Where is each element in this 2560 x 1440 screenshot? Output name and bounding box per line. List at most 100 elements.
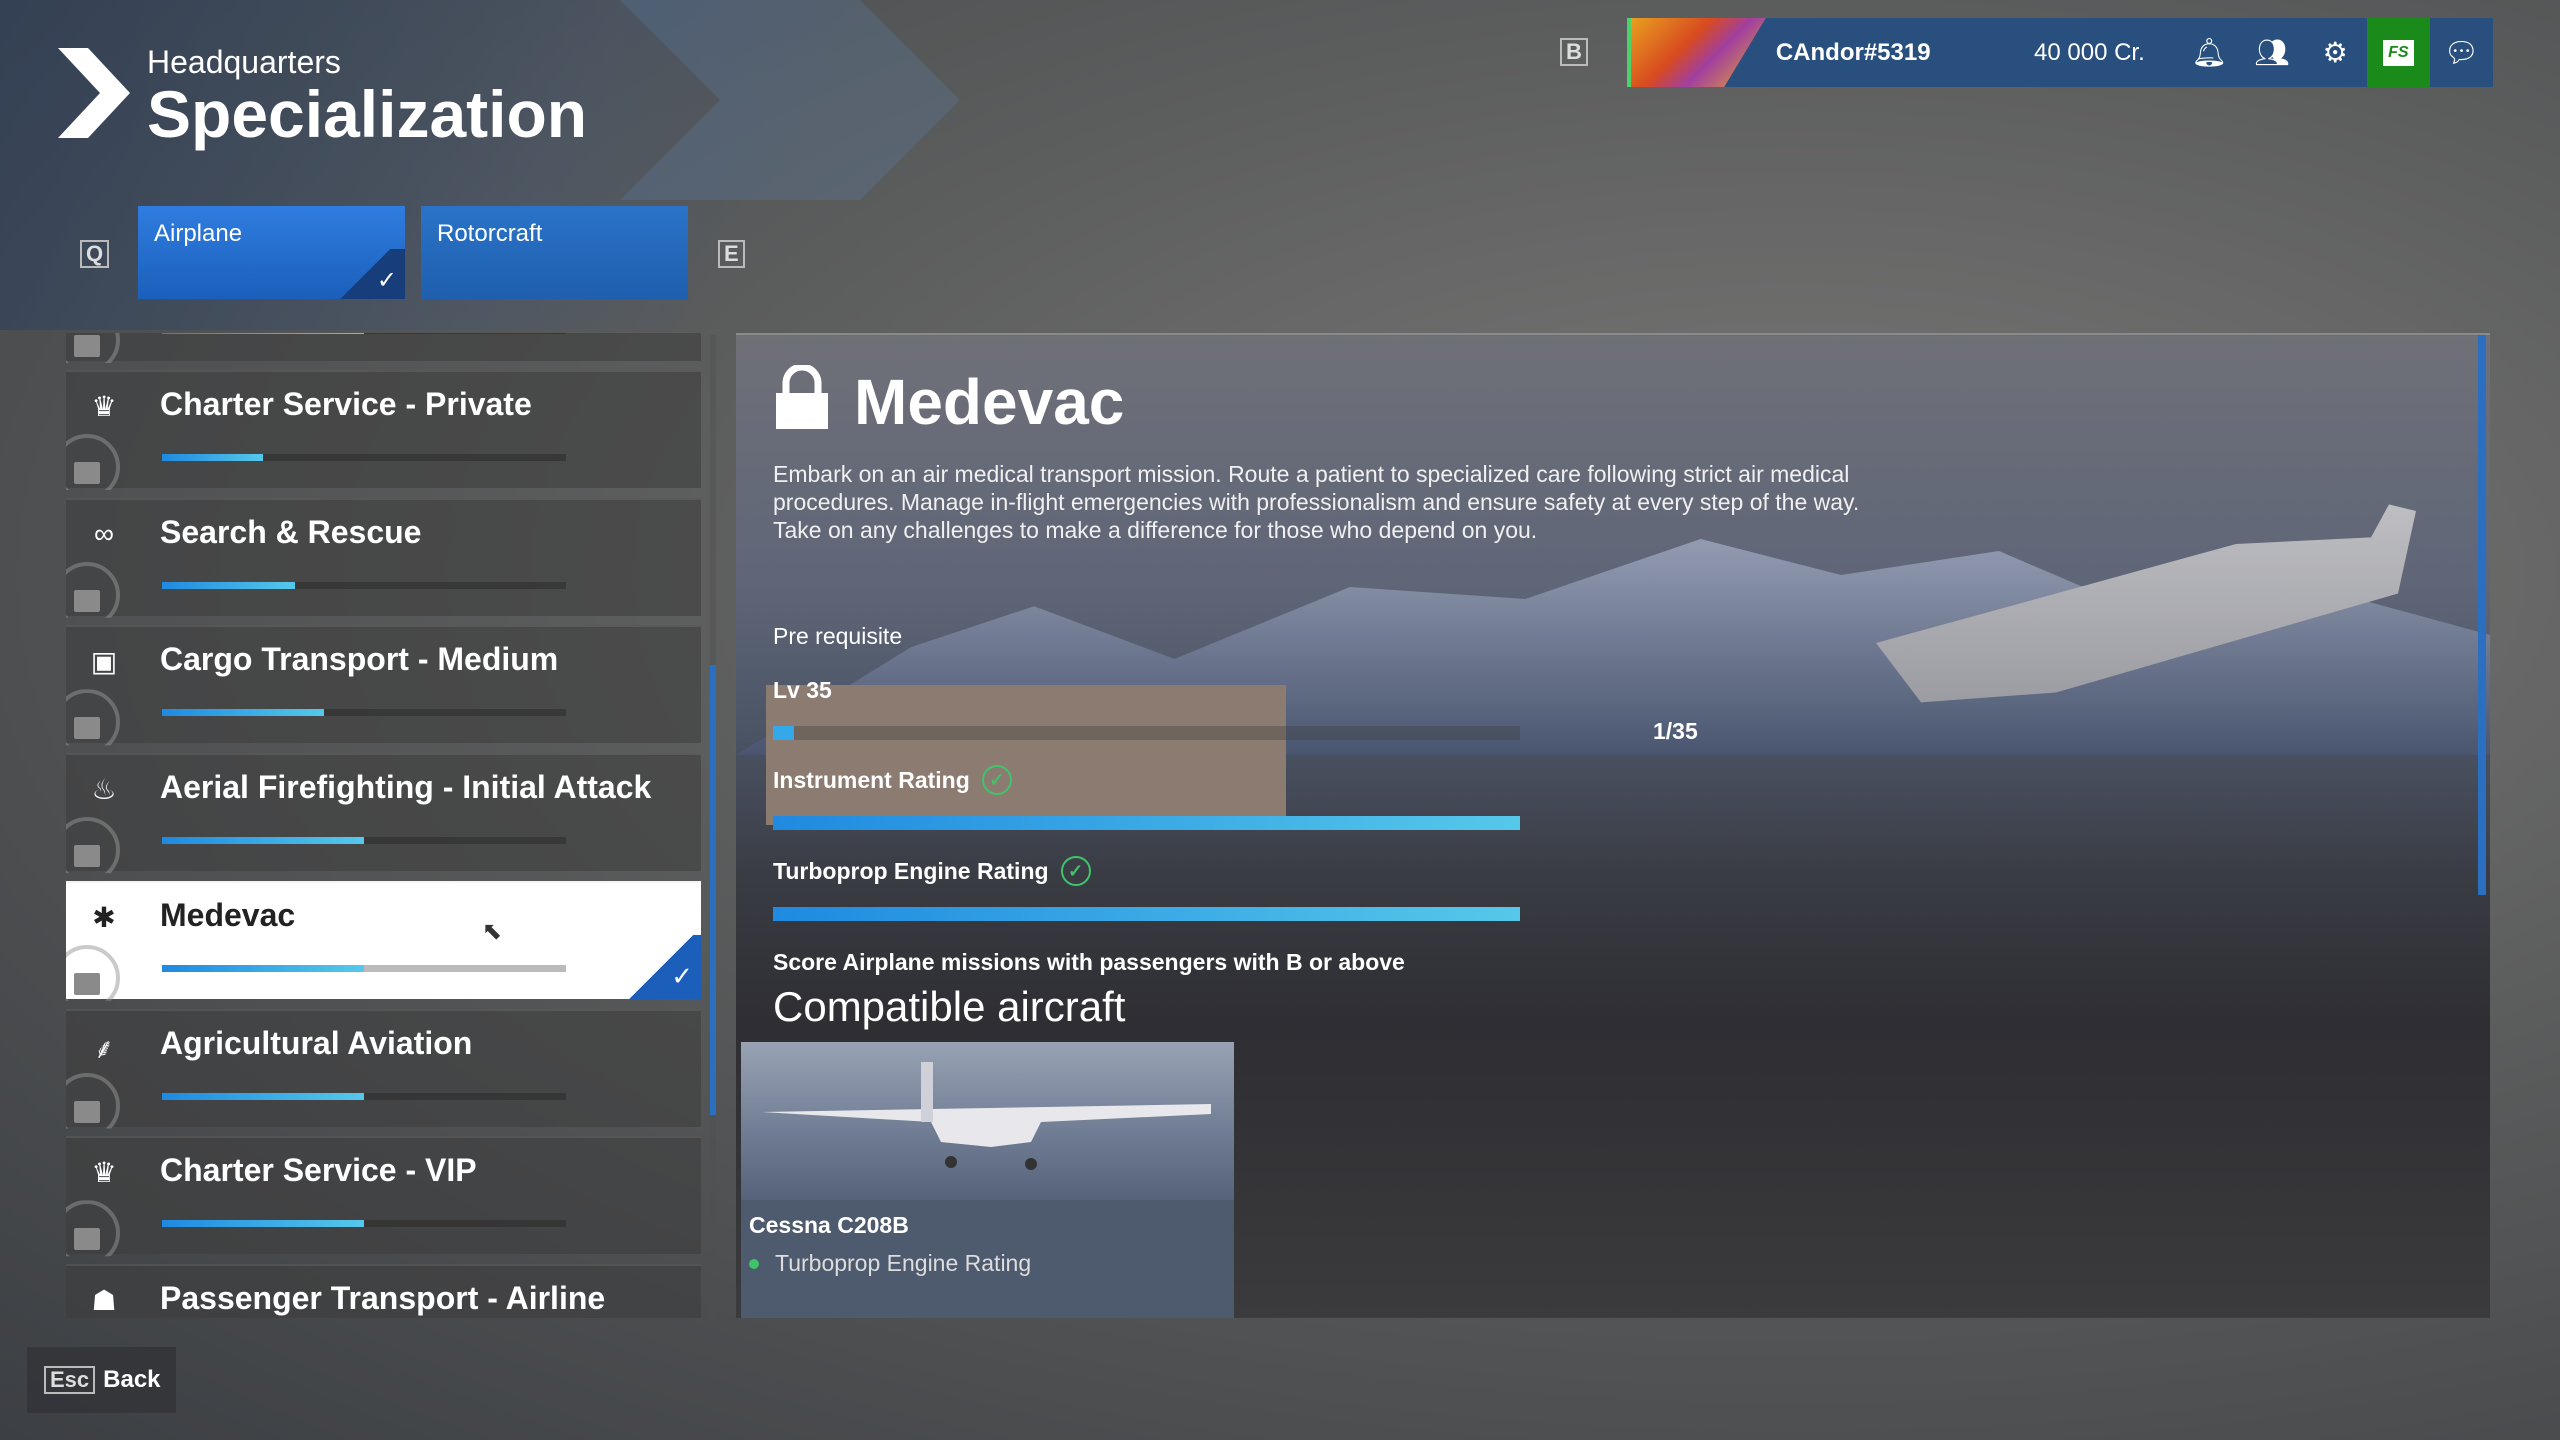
key-hint-b: B: [1560, 38, 1588, 66]
tab-airplane[interactable]: Airplane ✓: [138, 206, 405, 299]
specialization-progress-bar: [162, 581, 566, 589]
requirement-label: Instrument Rating: [773, 766, 970, 793]
lock-icon: [74, 1100, 100, 1123]
requirement-progress-bar: [773, 816, 1520, 830]
tab-label: Rotorcraft: [437, 220, 543, 247]
status-dot-icon: [749, 1258, 759, 1269]
progress-fill: [162, 454, 263, 461]
mouse-cursor-icon: ⬉: [482, 917, 503, 945]
specialization-item[interactable]: ☗ Passenger Transport - Airline: [66, 1263, 701, 1318]
lock-icon: [74, 717, 100, 740]
gear-icon[interactable]: ⚙: [2304, 18, 2367, 87]
specialization-progress-bar: [162, 454, 566, 461]
specialization-progress-bar: [162, 964, 566, 972]
selected-check-icon: ✓: [621, 934, 701, 999]
background-image: [766, 685, 1286, 825]
requirement-progress-bar: [773, 907, 1520, 921]
back-label: Back: [103, 1366, 161, 1393]
aircraft-image: [741, 1042, 1234, 1200]
profile-bar: CAndor#5319 40 000 Cr. 🔔︎ 👥︎ ⚙ FS 💬︎: [1627, 18, 2493, 87]
specialization-item[interactable]: ♛ Charter Service - Private: [66, 370, 701, 490]
specialization-item[interactable]: ▣ Cargo Transport - Medium: [66, 625, 701, 746]
selected-check-icon: ✓: [325, 249, 405, 299]
friends-icon[interactable]: 👥︎: [2241, 18, 2304, 87]
aircraft-card[interactable]: Cessna C208B Turboprop Engine Rating: [741, 1042, 1234, 1318]
list-scrollbar-thumb[interactable]: [710, 665, 716, 1115]
specialization-label: Charter Service - VIP: [160, 1152, 477, 1189]
back-button[interactable]: Esc Back: [27, 1347, 176, 1413]
airplane-icon: [761, 1062, 1211, 1170]
detail-description: Embark on an air medical transport missi…: [773, 461, 1860, 543]
specialization-label: Passenger Transport - Airline: [160, 1279, 606, 1316]
specialization-progress-bar: [162, 837, 566, 845]
detail-title: Medevac: [854, 366, 1125, 438]
progress-fill: [162, 964, 364, 972]
specialization-progress-bar: [162, 709, 566, 717]
vip-crown-icon: ♛: [91, 1157, 117, 1189]
marketplace-icon[interactable]: FS: [2366, 18, 2430, 87]
level-requirement: Lv 35: [773, 677, 832, 703]
progress-fill: [162, 709, 324, 717]
requirement-turboprop-rating: Turboprop Engine Rating ✓: [773, 856, 1091, 886]
specialization-list: ♛ Charter Service - Private ∞ Search & Resc…: [66, 333, 701, 1318]
progress-fill: [162, 333, 364, 334]
score-requirement: Score Airplane missions with passengers …: [773, 949, 1405, 975]
aircraft-requirement: Turboprop Engine Rating: [749, 1250, 1031, 1277]
specialization-progress-bar: [162, 333, 566, 334]
specialization-item[interactable]: ⸙ Agricultural Aviation: [66, 1008, 701, 1129]
detail-scrollbar[interactable]: [2478, 335, 2486, 895]
specialization-label: Search & Rescue: [160, 513, 422, 550]
lock-icon: [74, 462, 100, 484]
chevron-logo-icon: [58, 48, 130, 138]
key-hint-e[interactable]: E: [718, 240, 745, 268]
aircraft-requirement-label: Turboprop Engine Rating: [775, 1250, 1032, 1276]
aircraft-name: Cessna C208B: [749, 1212, 909, 1238]
requirement-label: Turboprop Engine Rating: [773, 857, 1049, 884]
prereq-label: Pre requisite: [773, 623, 903, 649]
lock-icon: [776, 365, 828, 429]
avatar[interactable]: [1627, 18, 1766, 87]
medical-star-icon: ✱: [92, 901, 116, 933]
chat-icon[interactable]: 💬︎: [2430, 18, 2493, 87]
specialization-label: Medevac: [160, 896, 296, 933]
tab-rotorcraft[interactable]: Rotorcraft: [421, 206, 688, 299]
progress-fill: [162, 1092, 364, 1100]
flame-icon: ♨: [91, 774, 117, 806]
lock-icon: [74, 335, 100, 357]
bell-icon[interactable]: 🔔︎: [2177, 18, 2240, 87]
binoculars-icon: ∞: [94, 517, 114, 549]
level-progress-text: 1/35: [1653, 718, 1698, 744]
check-circle-icon: ✓: [1060, 856, 1091, 886]
username[interactable]: CAndor#5319: [1776, 39, 2034, 67]
lock-icon: [74, 972, 100, 995]
check-circle-icon: ✓: [981, 765, 1012, 795]
page-title: Specialization: [147, 77, 588, 151]
esc-key-hint: Esc: [44, 1366, 96, 1394]
specialization-item[interactable]: ✱ Medevac ✓ ⬉: [66, 880, 701, 1001]
lock-icon: [74, 845, 100, 868]
specialization-item[interactable]: [66, 333, 701, 363]
level-progress-bar: [773, 726, 1520, 740]
detail-panel: Medevac Embark on an air medical transpo…: [736, 333, 2490, 1318]
compatible-aircraft-heading: Compatible aircraft: [773, 983, 1126, 1030]
progress-fill: [162, 581, 296, 589]
specialization-label: Cargo Transport - Medium: [160, 641, 559, 678]
specialization-item[interactable]: ♨ Aerial Firefighting - Initial Attack: [66, 753, 701, 874]
specialization-progress-bar: [162, 1092, 566, 1100]
package-icon: ▣: [90, 646, 118, 678]
key-hint-q[interactable]: Q: [80, 240, 110, 268]
vip-crown-icon: ♛: [91, 391, 117, 422]
wheat-icon: ⸙: [93, 1032, 115, 1064]
specialization-item[interactable]: ∞ Search & Rescue: [66, 497, 701, 618]
tab-label: Airplane: [154, 220, 243, 247]
pilot-cap-icon: ☗: [91, 1284, 117, 1316]
requirement-instrument-rating: Instrument Rating ✓: [773, 765, 1012, 795]
credits: 40 000 Cr.: [2034, 38, 2145, 66]
lock-icon: [74, 589, 100, 612]
specialization-label: Aerial Firefighting - Initial Attack: [160, 769, 652, 806]
specialization-item[interactable]: ♛ Charter Service - VIP: [66, 1136, 701, 1257]
specialization-progress-bar: [162, 1220, 566, 1228]
specialization-label: Charter Service - Private: [160, 386, 532, 422]
specialization-label: Agricultural Aviation: [160, 1024, 473, 1061]
progress-fill: [162, 837, 364, 845]
